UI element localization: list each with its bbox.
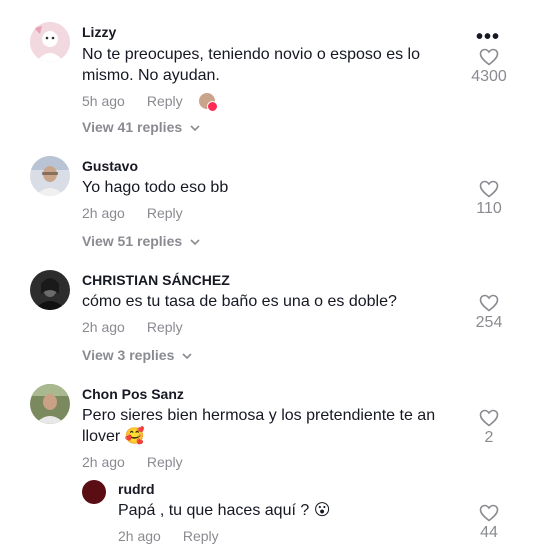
like-count: 44 [480,524,498,541]
avatar-image-icon [30,270,70,310]
like-count: 2 [484,429,494,446]
view-replies-label: View 41 replies [82,119,183,135]
avatar-image-icon [30,22,70,62]
avatar[interactable] [82,480,106,504]
reply-button[interactable]: Reply [147,93,183,109]
avatar[interactable] [30,384,70,424]
reply-text: Papá , tu que haces aquí ? 😮 [118,502,331,519]
comment-username[interactable]: CHRISTIAN SÁNCHEZ [82,272,230,288]
comment-time: 5h ago [82,93,125,109]
comment-time: 2h ago [82,205,125,221]
like-button[interactable]: 110 [459,180,519,218]
avatar[interactable] [30,270,70,310]
reply-username[interactable]: rudrd [118,481,155,497]
comment-meta: 5h ago Reply [82,93,183,109]
heart-outline-icon [479,504,499,522]
view-replies-button[interactable]: View 3 replies [82,347,192,363]
comment-text: Yo hago todo eso bb [82,179,229,196]
like-button[interactable]: 4300 [459,48,519,86]
avatar[interactable] [30,22,70,62]
avatar[interactable] [30,156,70,196]
reply-button[interactable]: Reply [147,454,183,470]
chevron-down-icon [182,353,192,359]
like-count: 110 [476,200,502,217]
comment-username[interactable]: Lizzy [82,24,116,40]
reply-button[interactable]: Reply [147,319,183,335]
comment-time: 2h ago [82,454,125,470]
view-replies-button[interactable]: View 41 replies [82,119,200,135]
chevron-down-icon [190,125,200,131]
comment-username[interactable]: Gustavo [82,158,138,174]
creator-liked-heart-icon [207,101,218,112]
view-replies-button[interactable]: View 51 replies [82,233,200,249]
avatar-image-icon [30,384,70,424]
heart-outline-icon [479,48,499,66]
comment-meta: 2h ago Reply [82,319,183,335]
comment-meta: 2h ago Reply [82,454,183,470]
comment-meta: 2h ago Reply [82,205,183,221]
avatar-image-icon [30,156,70,196]
heart-outline-icon [479,409,499,427]
comment-username[interactable]: Chon Pos Sanz [82,386,184,402]
comment-time: 2h ago [82,319,125,335]
comment-text: Pero sieres bien hermosa y los pretendie… [82,407,436,445]
like-count: 4300 [471,68,507,85]
comment-text: cómo es tu tasa de baño es una o es dobl… [82,293,397,310]
reply-meta: 2h ago Reply [118,528,219,544]
like-button[interactable]: 44 [459,504,519,542]
like-button[interactable]: 2 [459,409,519,447]
comment-text: No te preocupes, teniendo novio o esposo… [82,46,421,84]
reply-time: 2h ago [118,528,161,544]
reply-button[interactable]: Reply [147,205,183,221]
like-button[interactable]: 254 [459,294,519,332]
view-replies-label: View 3 replies [82,347,175,363]
like-count: 254 [475,314,503,331]
heart-outline-icon [479,180,499,198]
more-options-icon[interactable]: ••• [476,26,500,49]
chevron-down-icon [190,239,200,245]
view-replies-label: View 51 replies [82,233,183,249]
heart-outline-icon [479,294,499,312]
reply-button[interactable]: Reply [183,528,219,544]
